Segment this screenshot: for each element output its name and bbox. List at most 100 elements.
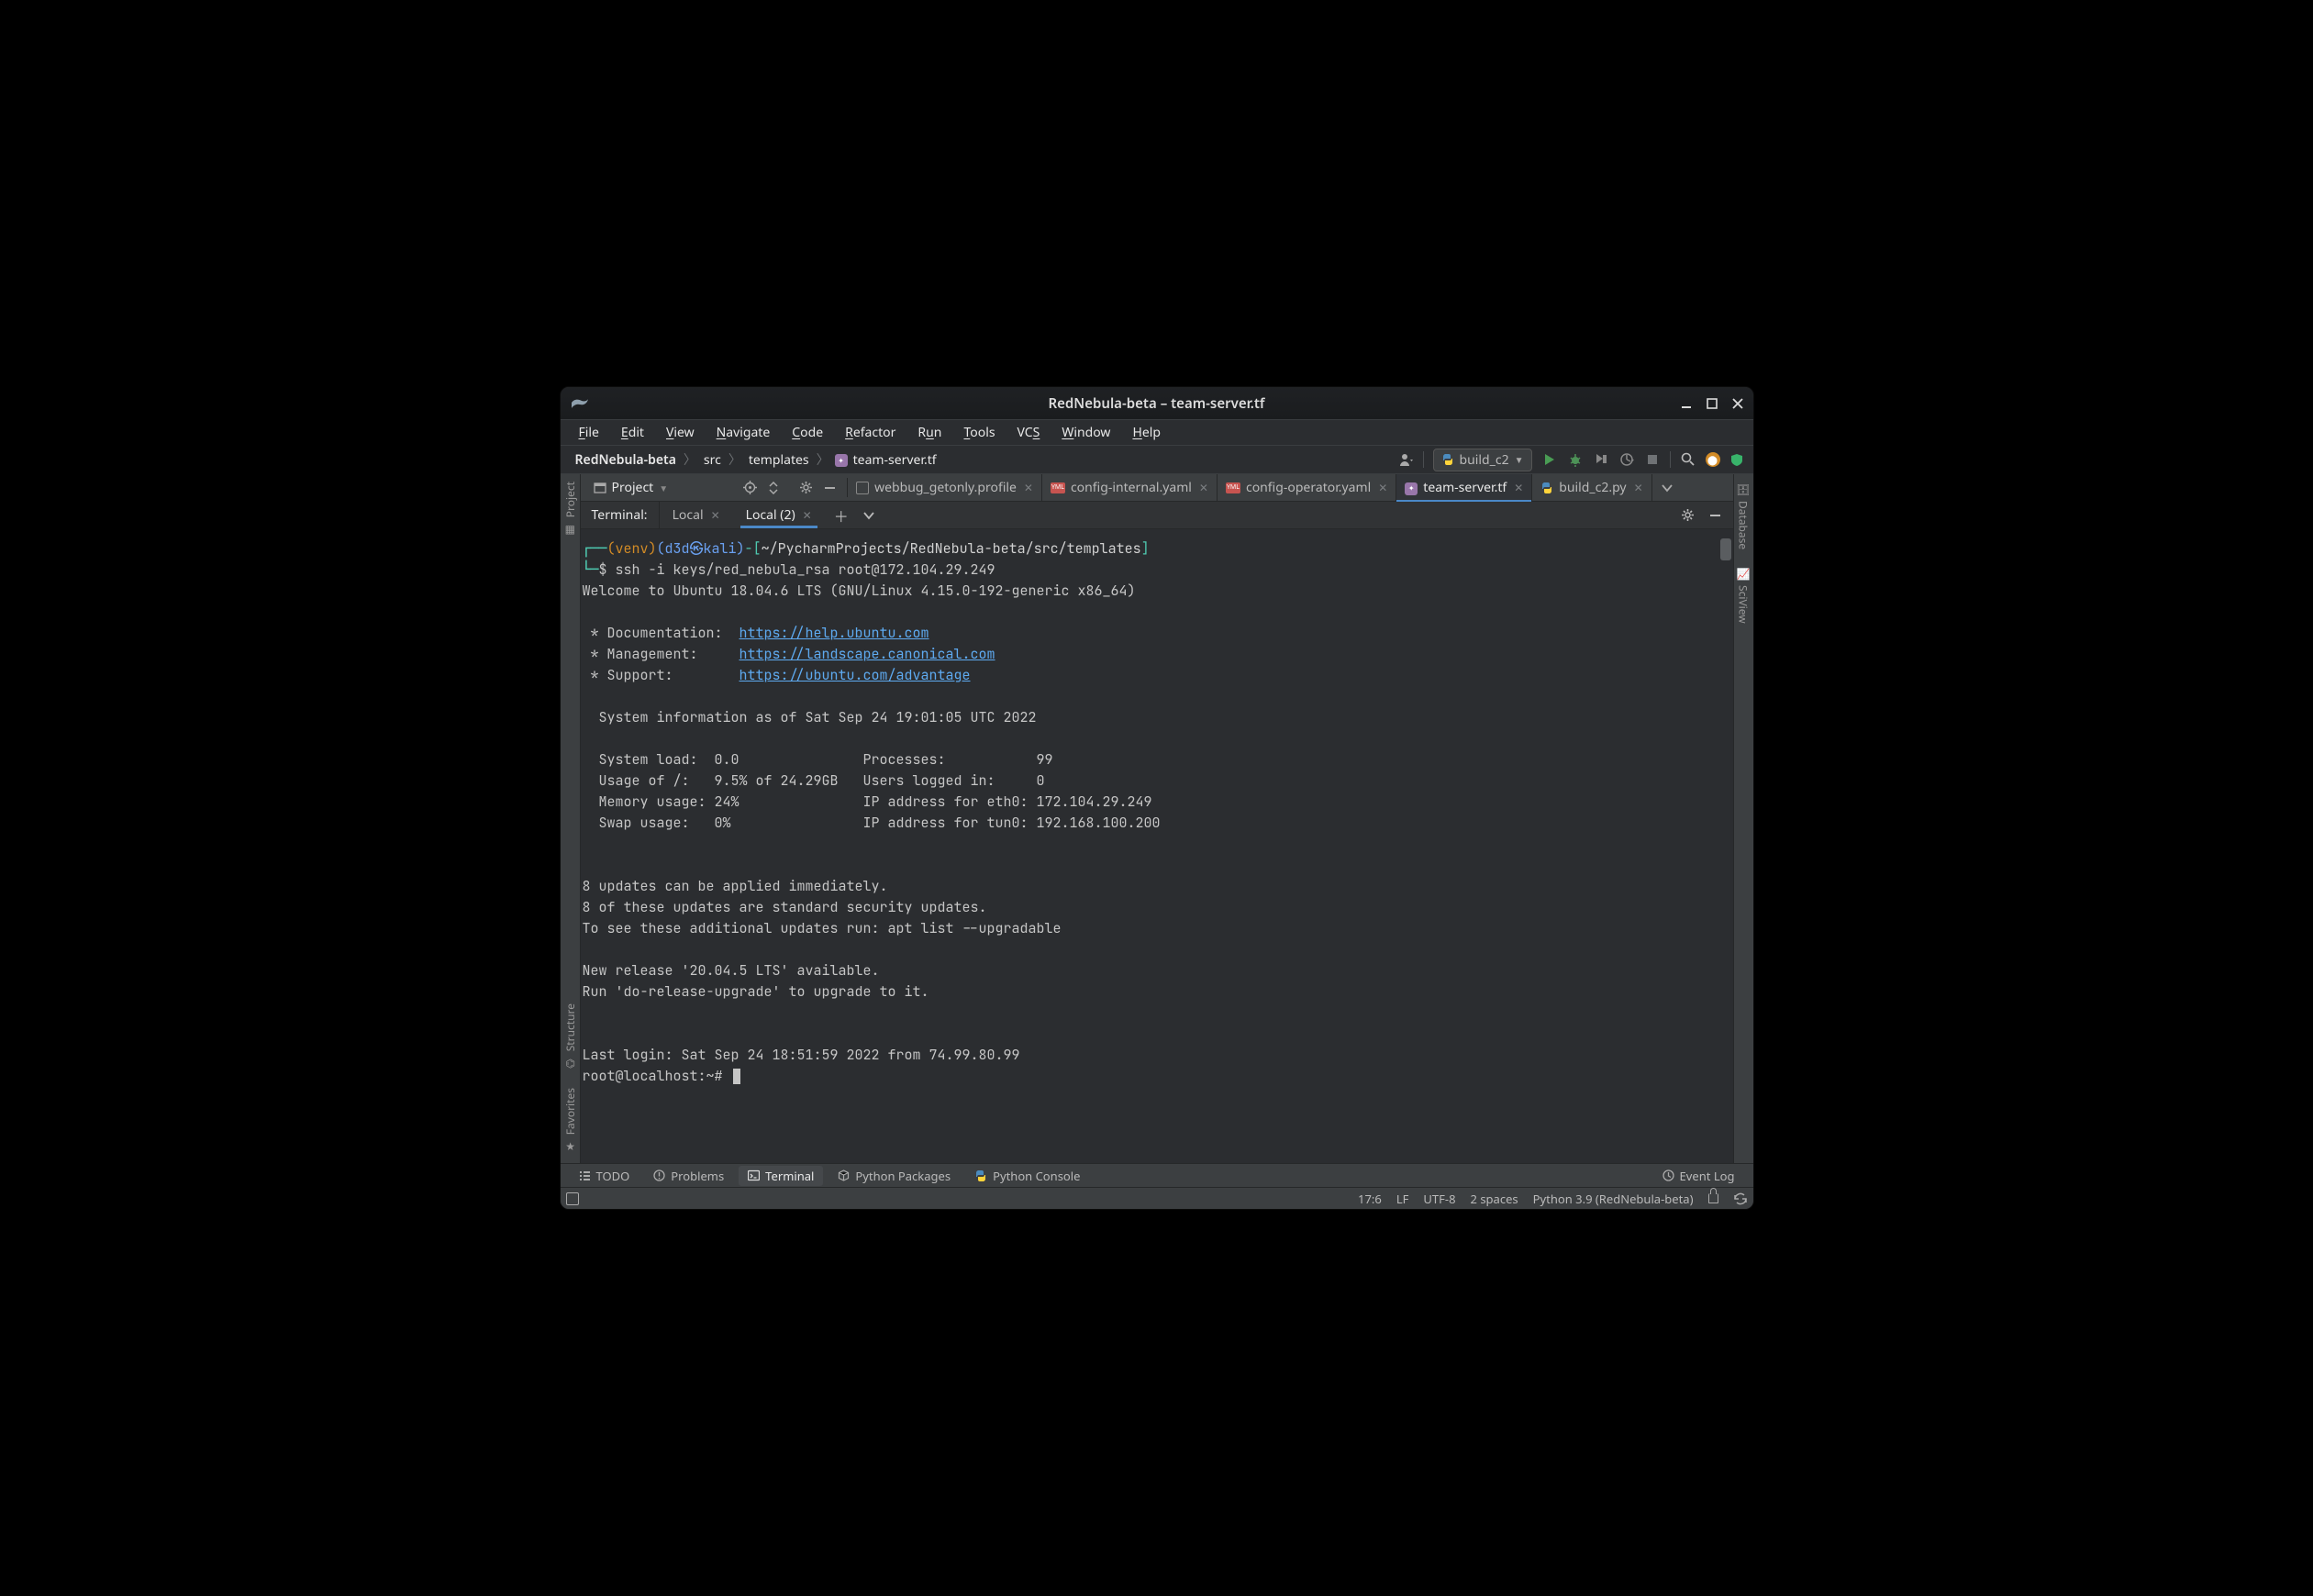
terminal-hide-icon[interactable] [1707, 507, 1724, 524]
gutter-structure[interactable]: ⌬Structure [562, 1003, 578, 1070]
close-button[interactable] [1731, 397, 1744, 410]
terminal-gear-icon[interactable] [1680, 507, 1696, 524]
status-caret-pos[interactable]: 17:6 [1358, 1191, 1382, 1207]
gutter-favorites[interactable]: ★Favorites [562, 1088, 578, 1154]
yaml-file-icon: YML [1051, 482, 1065, 493]
menu-file[interactable]: File [570, 422, 608, 443]
file-tab[interactable]: build_c2.py✕ [1532, 474, 1651, 501]
expand-all-icon[interactable] [765, 480, 782, 496]
left-tool-gutter: ▦Project ⌬Structure ★Favorites [561, 474, 581, 1163]
crumb-templates[interactable]: templates [747, 451, 811, 469]
menu-run[interactable]: Run [908, 422, 951, 443]
close-icon[interactable]: ✕ [1514, 480, 1523, 495]
term-icon [748, 1169, 760, 1181]
terraform-file-icon: ✦ [835, 454, 848, 467]
run-button[interactable] [1541, 451, 1558, 468]
terminal-tab[interactable]: Local (2) ✕ [733, 502, 825, 528]
project-icon [594, 482, 606, 494]
terminal-tab-label: Local [673, 506, 704, 524]
yaml-file-icon: YML [1226, 482, 1240, 493]
terminal-tab[interactable]: Local ✕ [660, 502, 733, 528]
gear-icon[interactable] [797, 480, 814, 496]
chevron-right-icon: 〉 [727, 450, 743, 469]
close-icon[interactable]: ✕ [711, 507, 720, 523]
close-icon[interactable]: ✕ [1378, 480, 1387, 495]
gutter-database[interactable]: 🗄Database [1736, 482, 1751, 549]
bottom-tool-todo[interactable]: TODO [570, 1166, 639, 1186]
menu-edit[interactable]: Edit [612, 422, 653, 443]
status-interpreter[interactable]: Python 3.9 (RedNebula-beta) [1533, 1191, 1694, 1207]
ide-shield-icon[interactable] [1729, 451, 1746, 468]
bottom-tool-terminal[interactable]: Terminal [739, 1166, 823, 1186]
stop-button[interactable] [1644, 451, 1661, 468]
close-icon[interactable]: ✕ [1024, 480, 1033, 495]
close-icon[interactable]: ✕ [1199, 480, 1208, 495]
maximize-button[interactable] [1706, 397, 1718, 410]
terminal-tab-menu[interactable] [858, 502, 880, 528]
run-configuration-selector[interactable]: build_c2 ▼ [1433, 449, 1532, 471]
ide-avatar-icon[interactable]: ⬤ [1706, 452, 1720, 467]
warn-icon [653, 1169, 665, 1181]
breadcrumb: RedNebula-beta 〉 src 〉 templates 〉 ✦ tea… [573, 450, 939, 469]
status-bar: 17:6 LF UTF-8 2 spaces Python 3.9 (RedNe… [561, 1187, 1753, 1209]
link-mgmt[interactable]: https://landscape.canonical.com [739, 645, 995, 663]
menu-navigate[interactable]: Navigate [707, 422, 780, 443]
bottom-tool-label: Python Packages [855, 1168, 951, 1184]
profile-button[interactable] [1618, 451, 1635, 468]
file-tab[interactable]: ✦team-server.tf✕ [1396, 474, 1532, 501]
chevron-right-icon: 〉 [682, 450, 698, 469]
pycon-icon [974, 1169, 987, 1182]
bottom-tool-python-console[interactable]: Python Console [965, 1166, 1089, 1186]
crumb-file[interactable]: team-server.tf [851, 451, 939, 469]
menu-code[interactable]: Code [783, 422, 832, 443]
right-tool-gutter: 🗄Database 📈SciView [1733, 474, 1753, 1163]
menu-refactor[interactable]: Refactor [836, 422, 905, 443]
event-log-button[interactable]: Event Log [1653, 1166, 1744, 1186]
terminal-output[interactable]: ┌──(venv)(d3d㉿kali)-[~/PycharmProjects/R… [581, 529, 1733, 1163]
terminal-scrollbar[interactable] [1720, 538, 1731, 560]
status-line-ending[interactable]: LF [1396, 1191, 1409, 1207]
file-tab[interactable]: YMLconfig-internal.yaml✕ [1042, 474, 1218, 501]
event-log-icon [1662, 1169, 1674, 1181]
user-menu-icon[interactable] [1397, 451, 1414, 468]
file-tab-label: team-server.tf [1423, 479, 1507, 496]
chevron-right-icon: 〉 [815, 450, 831, 469]
close-icon[interactable]: ✕ [1634, 480, 1643, 495]
status-encoding[interactable]: UTF-8 [1423, 1191, 1455, 1207]
bottom-toolbar: TODOProblems Terminal Python Packages Pytho… [561, 1163, 1753, 1187]
terminal-tab-label: Local (2) [746, 506, 795, 524]
menu-vcs[interactable]: VCS [1008, 422, 1050, 443]
status-toolwindows-icon[interactable] [566, 1192, 579, 1205]
gutter-project[interactable]: ▦Project [562, 482, 578, 537]
crumb-root[interactable]: RedNebula-beta [573, 451, 678, 469]
file-tab[interactable]: YMLconfig-operator.yaml✕ [1218, 474, 1396, 501]
menu-window[interactable]: Window [1052, 422, 1119, 443]
menu-view[interactable]: View [657, 422, 704, 443]
python-file-icon [1540, 482, 1553, 494]
tabs-overflow-icon[interactable] [1652, 474, 1682, 501]
hide-icon[interactable] [821, 480, 838, 496]
locate-icon[interactable] [741, 480, 758, 496]
project-tool-button[interactable]: Project ▼ [584, 474, 678, 501]
link-doc[interactable]: https://help.ubuntu.com [739, 624, 929, 642]
readonly-lock-icon[interactable] [1708, 1193, 1718, 1203]
terminal-tabbar: Terminal: Local✕Local (2)✕ ＋ [581, 502, 1733, 529]
terminal-cursor [733, 1069, 740, 1084]
search-icon[interactable] [1680, 451, 1696, 468]
file-tab-label: webbug_getonly.profile [874, 479, 1017, 496]
status-sync-icon[interactable] [1733, 1191, 1748, 1206]
gutter-sciview[interactable]: 📈SciView [1736, 566, 1751, 624]
menu-help[interactable]: Help [1123, 422, 1170, 443]
menu-tools[interactable]: Tools [954, 422, 1004, 443]
terminal-add-tab[interactable]: ＋ [825, 502, 858, 528]
bottom-tool-python-packages[interactable]: Python Packages [828, 1166, 960, 1186]
debug-button[interactable] [1567, 451, 1584, 468]
file-tab[interactable]: webbug_getonly.profile ✕ [848, 474, 1042, 501]
crumb-src[interactable]: src [702, 451, 723, 469]
minimize-button[interactable] [1680, 397, 1693, 410]
run-coverage-button[interactable] [1593, 451, 1609, 468]
bottom-tool-problems[interactable]: Problems [644, 1166, 733, 1186]
close-icon[interactable]: ✕ [803, 507, 812, 523]
status-indent[interactable]: 2 spaces [1471, 1191, 1518, 1207]
link-support[interactable]: https://ubuntu.com/advantage [739, 666, 971, 684]
